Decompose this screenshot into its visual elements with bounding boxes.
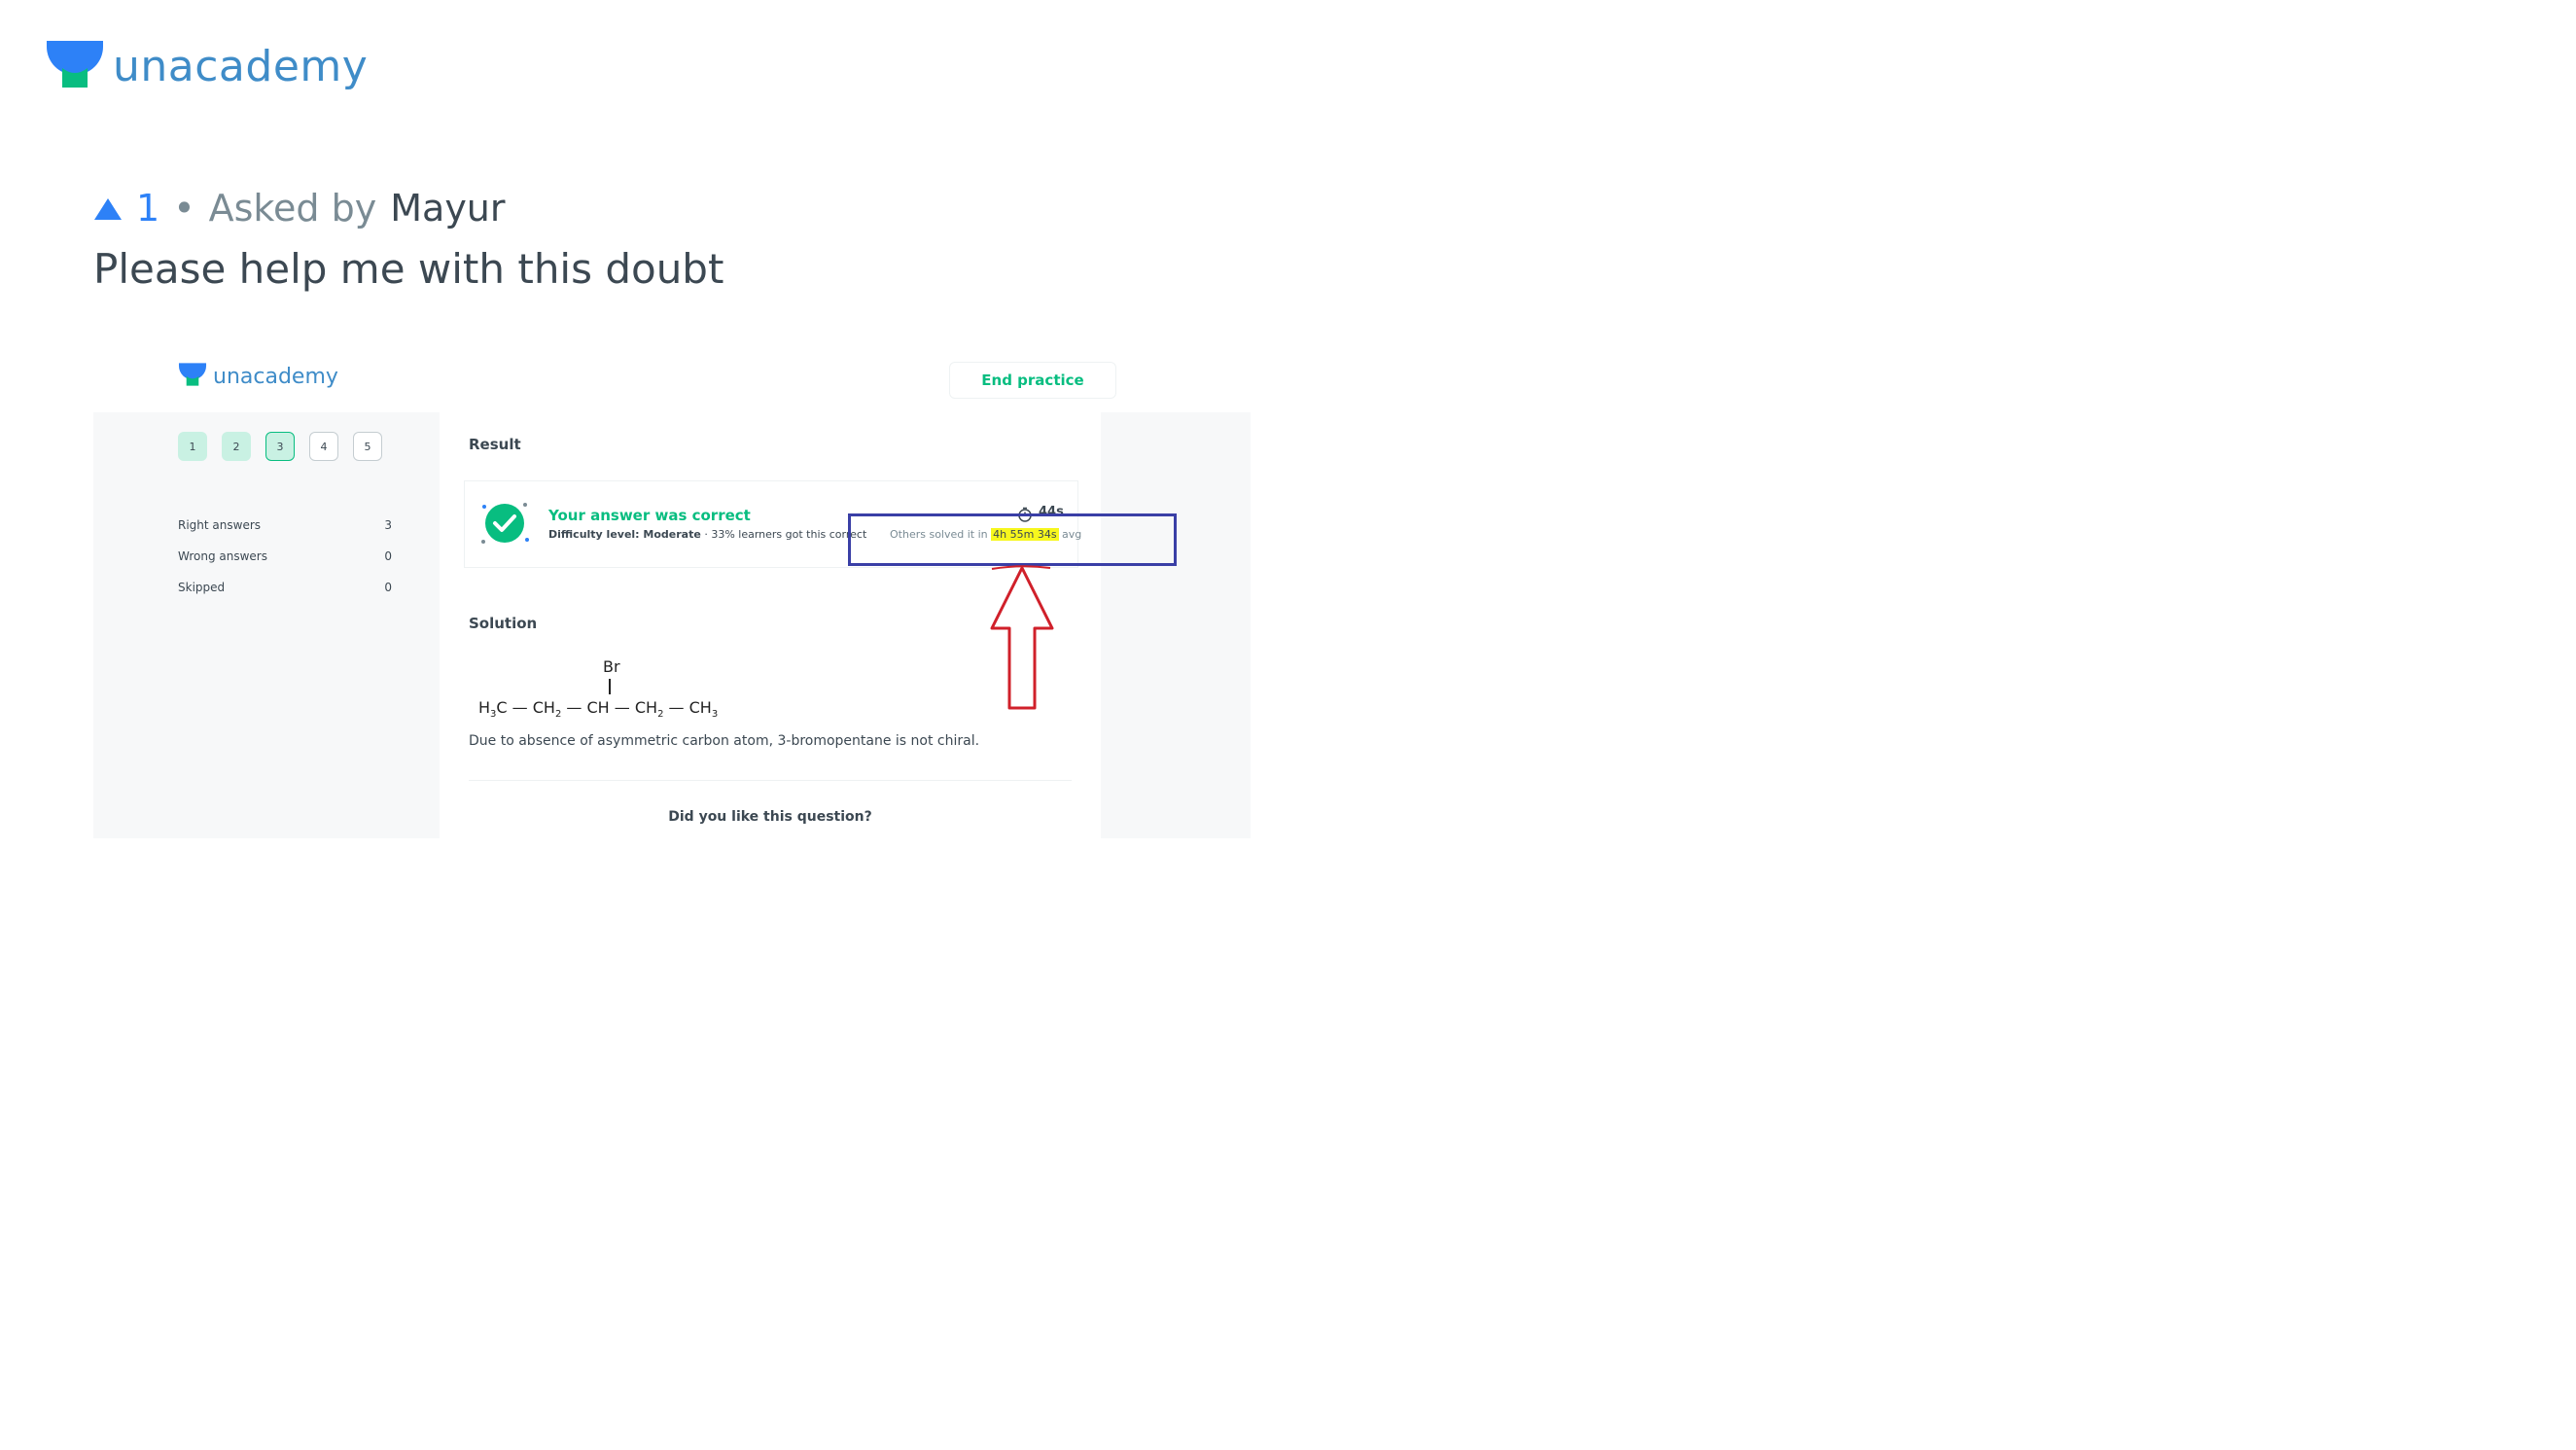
question-number: 5 — [353, 432, 382, 461]
question-number: 1 — [178, 432, 207, 461]
check-circle-icon — [478, 497, 531, 549]
practice-sidebar: 1 2 3 4 5 Right answers 3 Wrong answers … — [93, 412, 414, 838]
stat-label: Skipped — [178, 581, 226, 594]
screenshot-header: unacademy End practice — [93, 342, 1251, 412]
feedback-prompt: Did you like this question? — [668, 809, 872, 825]
stat-label: Right answers — [178, 518, 262, 532]
formula-bond — [609, 679, 611, 694]
asked-by-label: Asked by — [208, 187, 377, 230]
attached-screenshot: unacademy End practice 1 2 3 4 5 Right a… — [93, 342, 1251, 838]
formula-chain: H3C — CH2 — CH — CH2 — CH3 — [478, 698, 719, 721]
unacademy-logo-icon — [45, 39, 105, 93]
stat-value: 3 — [384, 518, 392, 532]
solution-heading: Solution — [469, 615, 538, 632]
divider — [469, 780, 1072, 781]
formula-bromine: Br — [603, 657, 620, 676]
solution-explanation: Due to absence of asymmetric carbon atom… — [469, 733, 980, 749]
end-practice-button: End practice — [949, 362, 1116, 399]
difficulty-note: · 33% learners got this correct — [704, 528, 867, 541]
question-number: 2 — [222, 432, 251, 461]
question-number: 3 — [265, 432, 295, 461]
brand-name: unacademy — [113, 41, 369, 91]
difficulty-text: Difficulty level: Moderate · 33% learner… — [548, 528, 866, 541]
screenshot-brand: unacademy — [178, 362, 338, 391]
screenshot-brand-name: unacademy — [213, 364, 338, 389]
unacademy-logo-icon — [178, 362, 207, 391]
stat-label: Wrong answers — [178, 549, 267, 563]
meta-separator: • — [173, 187, 195, 230]
correct-title: Your answer was correct — [548, 507, 751, 524]
brand-logo[interactable]: unacademy — [45, 39, 368, 93]
stat-row: Wrong answers 0 — [178, 541, 392, 572]
question-number-list: 1 2 3 4 5 — [178, 432, 382, 461]
upvote-count: 1 — [136, 187, 160, 230]
question-text: Please help me with this doubt — [93, 245, 724, 293]
question-meta: 1 • Asked by Mayur — [93, 187, 506, 230]
annotation-arrow-icon — [990, 566, 1054, 714]
result-heading: Result — [469, 436, 521, 453]
upvote-triangle-icon[interactable] — [93, 187, 123, 230]
stat-value: 0 — [384, 581, 392, 594]
question-number: 4 — [309, 432, 338, 461]
difficulty-label: Difficulty level: Moderate — [548, 528, 701, 541]
practice-stats: Right answers 3 Wrong answers 0 Skipped … — [178, 510, 392, 603]
stat-value: 0 — [384, 549, 392, 563]
screenshot-body: 1 2 3 4 5 Right answers 3 Wrong answers … — [93, 412, 1251, 838]
stat-row: Right answers 3 — [178, 510, 392, 541]
asker-name[interactable]: Mayur — [390, 187, 505, 230]
stat-row: Skipped 0 — [178, 572, 392, 603]
